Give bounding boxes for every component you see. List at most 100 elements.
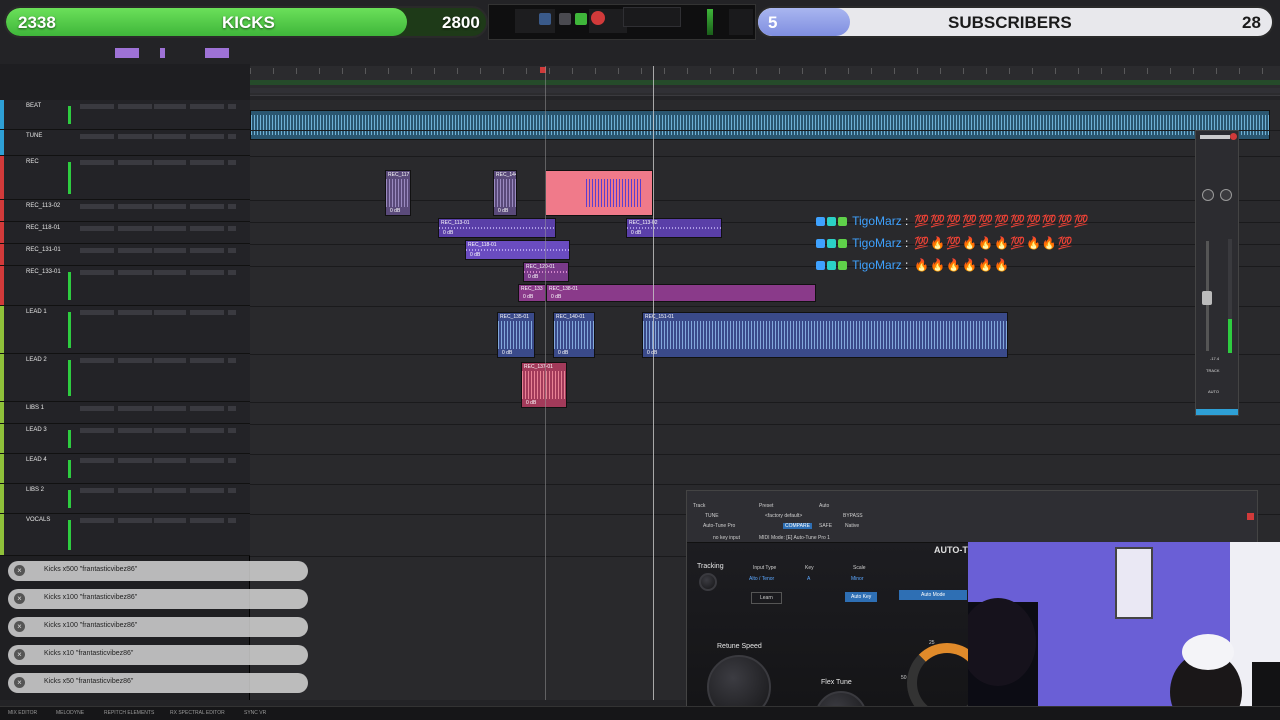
insert-slot[interactable] — [154, 518, 186, 523]
insert-slot[interactable] — [190, 488, 224, 493]
pan-knob[interactable] — [1220, 189, 1232, 201]
scale-select[interactable]: Minor — [851, 576, 864, 582]
safe-button[interactable]: SAFE — [819, 523, 832, 529]
track-name[interactable]: LEAD 4 — [26, 457, 47, 463]
insert-slot[interactable] — [228, 358, 236, 363]
track-row[interactable]: LEAD 1 — [0, 306, 250, 354]
track-name[interactable]: VOCALS — [26, 517, 50, 523]
dismiss-icon[interactable]: × — [14, 621, 25, 632]
bottom-tab[interactable]: MELODYNE — [56, 710, 84, 716]
insert-slot[interactable] — [80, 488, 114, 493]
insert-slot[interactable] — [118, 134, 152, 139]
insert-slot[interactable] — [118, 160, 152, 165]
volume-fader[interactable] — [1202, 291, 1212, 305]
insert-slot[interactable] — [154, 488, 186, 493]
insert-slot[interactable] — [190, 518, 224, 523]
dismiss-icon[interactable]: × — [14, 593, 25, 604]
insert-slot[interactable] — [190, 226, 224, 231]
insert-slot[interactable] — [190, 134, 224, 139]
insert-slot[interactable] — [80, 204, 114, 209]
auto-key-button[interactable]: Auto Key — [845, 592, 878, 602]
tracking-knob[interactable] — [699, 573, 717, 591]
insert-slot[interactable] — [228, 248, 236, 253]
insert-slot[interactable] — [80, 406, 114, 411]
audio-clip[interactable]: REC_140-01 0 dB — [553, 312, 595, 358]
insert-slot[interactable] — [80, 518, 114, 523]
track-name[interactable]: LIBS 2 — [26, 487, 44, 493]
insert-slot[interactable] — [154, 406, 186, 411]
marker-chip[interactable] — [160, 48, 165, 58]
track-row[interactable]: LEAD 3 — [0, 424, 250, 454]
pan-knob[interactable] — [1202, 189, 1214, 201]
dismiss-icon[interactable]: × — [14, 649, 25, 660]
insert-slot[interactable] — [80, 358, 114, 363]
insert-slot[interactable] — [154, 458, 186, 463]
insert-slot[interactable] — [190, 310, 224, 315]
bottom-tab[interactable]: MIX EDITOR — [8, 710, 37, 716]
timeline-ruler[interactable] — [250, 66, 1280, 96]
track-row[interactable]: LEAD 4 — [0, 454, 250, 484]
insert-slot[interactable] — [228, 310, 236, 315]
insert-slot[interactable] — [190, 248, 224, 253]
preset-select[interactable]: <factory default> — [765, 513, 802, 519]
insert-slot[interactable] — [80, 310, 114, 315]
insert-slot[interactable] — [154, 428, 186, 433]
audio-clip[interactable]: REC_120-01 0 dB — [523, 262, 569, 282]
insert-slot[interactable] — [228, 458, 236, 463]
track-row[interactable]: LIBS 2 — [0, 484, 250, 514]
insert-slot[interactable] — [154, 134, 186, 139]
insert-slot[interactable] — [118, 248, 152, 253]
bottom-tab[interactable]: SYNC VR — [244, 710, 266, 716]
insert-slot[interactable] — [80, 248, 114, 253]
insert-slot[interactable] — [80, 160, 114, 165]
insert-slot[interactable] — [154, 226, 186, 231]
track-name[interactable]: LEAD 3 — [26, 427, 47, 433]
track-name[interactable]: REC — [26, 159, 39, 165]
insert-slot[interactable] — [118, 226, 152, 231]
insert-slot[interactable] — [154, 160, 186, 165]
insert-slot[interactable] — [228, 104, 236, 109]
track-row[interactable]: LIBS 1 — [0, 402, 250, 424]
insert-slot[interactable] — [80, 134, 114, 139]
insert-slot[interactable] — [190, 458, 224, 463]
insert-slot[interactable] — [154, 248, 186, 253]
key-input-select[interactable]: no key input — [713, 535, 740, 541]
bypass-button[interactable]: BYPASS — [843, 513, 863, 519]
auto-mode-button[interactable]: Auto Mode — [899, 590, 968, 600]
insert-slot[interactable] — [190, 160, 224, 165]
track-name[interactable]: REC_113-02 — [26, 203, 60, 209]
insert-slot[interactable] — [154, 310, 186, 315]
rewind-button[interactable] — [539, 13, 551, 25]
insert-slot[interactable] — [118, 458, 152, 463]
insert-slot[interactable] — [118, 428, 152, 433]
track-row[interactable]: REC — [0, 156, 250, 200]
audio-clip[interactable]: REC_144 0 dB — [493, 170, 517, 216]
audio-clip[interactable]: REC_133 0 dB — [518, 284, 546, 302]
insert-slot[interactable] — [228, 160, 236, 165]
track-name[interactable]: BEAT — [26, 103, 41, 109]
track-name[interactable]: LEAD 1 — [26, 309, 47, 315]
insert-slot[interactable] — [190, 204, 224, 209]
stop-button[interactable] — [559, 13, 571, 25]
insert-slot[interactable] — [118, 406, 152, 411]
insert-slot[interactable] — [154, 270, 186, 275]
beat-clip[interactable] — [250, 110, 1270, 140]
track-name[interactable]: REC_118-01 — [26, 225, 60, 231]
insert-slot[interactable] — [80, 270, 114, 275]
insert-slot[interactable] — [80, 226, 114, 231]
insert-slot[interactable] — [80, 458, 114, 463]
key-select[interactable]: A — [807, 576, 810, 582]
insert-slot[interactable] — [154, 104, 186, 109]
audio-clip[interactable]: REC_135-01 0 dB — [497, 312, 535, 358]
bottom-tab[interactable]: RX SPECTRAL EDITOR — [170, 710, 225, 716]
insert-slot[interactable] — [118, 270, 152, 275]
marker-chip[interactable] — [115, 48, 139, 58]
close-icon[interactable] — [1247, 513, 1254, 520]
insert-slot[interactable] — [80, 104, 114, 109]
track-row[interactable]: BEAT — [0, 100, 250, 130]
insert-slot[interactable] — [228, 270, 236, 275]
audio-clip[interactable]: REC_113-02 0 dB — [626, 218, 722, 238]
compare-button[interactable]: COMPARE — [783, 523, 812, 529]
insert-slot[interactable] — [154, 358, 186, 363]
insert-slot[interactable] — [80, 428, 114, 433]
